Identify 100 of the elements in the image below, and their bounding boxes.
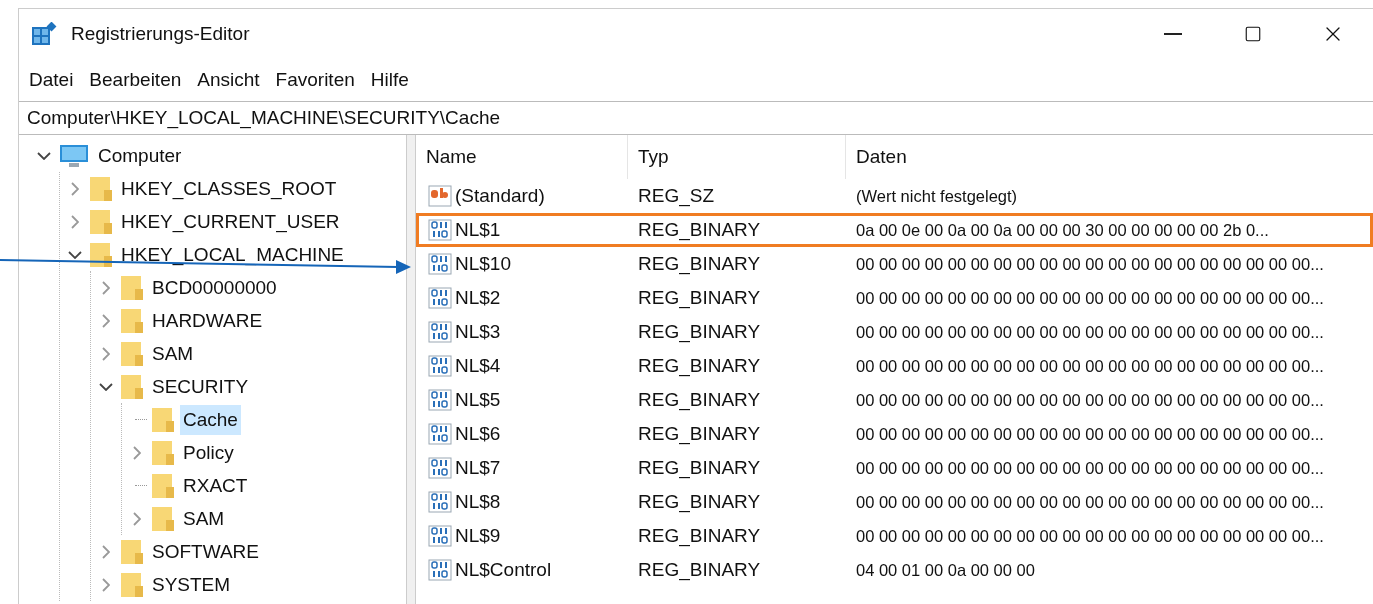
tree-item[interactable]: SAM <box>149 338 197 369</box>
value-name: NL$9 <box>455 523 501 548</box>
tree-item[interactable]: HARDWARE <box>149 305 266 336</box>
registry-value-row[interactable]: NL$4 REG_BINARY 00 00 00 00 00 00 00 00 00 00 00 00 00 00 00 00 00 00 00 00... <box>416 349 1373 383</box>
value-type: REG_BINARY <box>637 251 762 277</box>
value-type: REG_BINARY <box>637 353 762 379</box>
expand-chevron-icon[interactable] <box>102 577 110 592</box>
binary-value-icon <box>428 355 452 377</box>
expand-chevron-icon[interactable] <box>133 511 141 526</box>
column-header[interactable]: Daten <box>846 135 1373 179</box>
collapse-chevron-icon[interactable] <box>37 151 51 160</box>
folder-icon <box>121 373 143 400</box>
folder-icon <box>152 439 174 466</box>
value-data: 04 00 01 00 0a 00 00 00 <box>855 559 1035 581</box>
tree-item[interactable]: BCD00000000 <box>149 272 280 303</box>
tree-item[interactable]: HKEY_LOCAL_MACHINE <box>118 239 347 270</box>
value-name: NL$1 <box>455 217 501 242</box>
registry-value-row[interactable]: NL$10 REG_BINARY 00 00 00 00 00 00 00 00 00 00 00 00 00 00 00 00 00 00 00 00... <box>416 247 1373 281</box>
folder-icon <box>90 175 112 202</box>
value-type: REG_BINARY <box>637 319 762 345</box>
folder-icon <box>121 538 143 565</box>
menu-item[interactable]: Bearbeiten <box>85 65 186 95</box>
menu-item[interactable]: Ansicht <box>193 65 264 95</box>
value-type: REG_BINARY <box>637 489 762 515</box>
expand-chevron-icon[interactable] <box>102 280 110 295</box>
value-data: 0a 00 0e 00 0a 00 0a 00 00 00 30 00 00 00 00 00 2b 0... <box>855 219 1269 241</box>
tree-item[interactable]: HKEY_CLASSES_ROOT <box>118 173 340 204</box>
value-type: REG_BINARY <box>637 387 762 413</box>
column-header[interactable]: Name <box>416 135 628 179</box>
registry-value-row[interactable]: (Standard) REG_SZ (Wert nicht festgelegt) <box>416 179 1373 213</box>
expand-chevron-icon[interactable] <box>133 445 141 460</box>
menu-item[interactable]: Favoriten <box>271 65 359 95</box>
expand-chevron-icon[interactable] <box>102 544 110 559</box>
binary-value-icon <box>428 559 452 581</box>
tree-item[interactable]: RXACT <box>180 470 251 501</box>
folder-icon <box>121 307 143 334</box>
value-data: 00 00 00 00 00 00 00 00 00 00 00 00 00 00 00 00 00 00 00 00... <box>855 423 1324 445</box>
string-value-icon <box>428 185 452 207</box>
value-name: NL$2 <box>455 285 501 310</box>
value-data: (Wert nicht festgelegt) <box>855 185 1018 207</box>
column-header[interactable]: Typ <box>628 135 846 179</box>
registry-value-row[interactable]: NL$9 REG_BINARY 00 00 00 00 00 00 00 00 00 00 00 00 00 00 00 00 00 00 00 00... <box>416 519 1373 553</box>
registry-editor-icon <box>31 22 57 46</box>
value-type: REG_BINARY <box>637 421 762 447</box>
registry-value-row[interactable]: NL$1 REG_BINARY 0a 00 0e 00 0a 00 0a 00 00 00 30 00 00 00 00 00 2b 0... <box>416 213 1373 247</box>
computer-icon <box>59 143 89 168</box>
folder-icon <box>152 472 174 499</box>
value-type: REG_BINARY <box>637 557 762 583</box>
tree-item[interactable]: Computer <box>95 140 185 171</box>
value-type: REG_BINARY <box>637 455 762 481</box>
value-type: REG_SZ <box>637 183 716 209</box>
address-bar[interactable]: Computer\HKEY_LOCAL_MACHINE\SECURITY\Cache <box>19 101 1373 135</box>
binary-value-icon <box>428 287 452 309</box>
binary-value-icon <box>428 321 452 343</box>
value-data: 00 00 00 00 00 00 00 00 00 00 00 00 00 00 00 00 00 00 00 00... <box>855 525 1324 547</box>
value-data: 00 00 00 00 00 00 00 00 00 00 00 00 00 00 00 00 00 00 00 00... <box>855 491 1324 513</box>
tree-item[interactable]: SAM <box>180 503 228 534</box>
registry-value-row[interactable]: NL$7 REG_BINARY 00 00 00 00 00 00 00 00 00 00 00 00 00 00 00 00 00 00 00 00... <box>416 451 1373 485</box>
value-data: 00 00 00 00 00 00 00 00 00 00 00 00 00 00 00 00 00 00 00 00... <box>855 253 1324 275</box>
binary-value-icon <box>428 253 452 275</box>
menu-item[interactable]: Datei <box>25 65 78 95</box>
folder-icon <box>90 208 112 235</box>
registry-value-row[interactable]: NL$5 REG_BINARY 00 00 00 00 00 00 00 00 00 00 00 00 00 00 00 00 00 00 00 00... <box>416 383 1373 417</box>
expand-chevron-icon[interactable] <box>71 181 79 196</box>
expand-chevron-icon[interactable] <box>71 214 79 229</box>
value-name: NL$4 <box>455 353 501 378</box>
tree-item[interactable]: SECURITY <box>149 371 252 402</box>
registry-value-row[interactable]: NL$2 REG_BINARY 00 00 00 00 00 00 00 00 00 00 00 00 00 00 00 00 00 00 00 00... <box>416 281 1373 315</box>
tree-item[interactable]: SOFTWARE <box>149 536 262 567</box>
binary-value-icon <box>428 423 452 445</box>
value-name: NL$5 <box>455 387 501 412</box>
collapse-chevron-icon[interactable] <box>68 250 82 259</box>
expand-chevron-icon[interactable] <box>102 313 110 328</box>
tree-item[interactable]: SYSTEM <box>149 569 234 600</box>
binary-value-icon <box>428 389 452 411</box>
value-type: REG_BINARY <box>637 217 762 243</box>
value-data: 00 00 00 00 00 00 00 00 00 00 00 00 00 00 00 00 00 00 00 00... <box>855 321 1324 343</box>
tree-item[interactable]: Policy <box>180 437 237 468</box>
registry-value-row[interactable]: NL$6 REG_BINARY 00 00 00 00 00 00 00 00 00 00 00 00 00 00 00 00 00 00 00 00... <box>416 417 1373 451</box>
value-data: 00 00 00 00 00 00 00 00 00 00 00 00 00 00 00 00 00 00 00 00... <box>855 457 1324 479</box>
registry-value-row[interactable]: NL$3 REG_BINARY 00 00 00 00 00 00 00 00 00 00 00 00 00 00 00 00 00 00 00 00... <box>416 315 1373 349</box>
menu-item[interactable]: Hilfe <box>366 65 413 95</box>
folder-icon <box>152 406 174 433</box>
folder-icon <box>121 571 143 598</box>
folder-icon <box>152 505 174 532</box>
folder-icon <box>90 241 112 268</box>
value-name: NL$6 <box>455 421 501 446</box>
value-data: 00 00 00 00 00 00 00 00 00 00 00 00 00 00 00 00 00 00 00 00... <box>855 389 1324 411</box>
registry-value-row[interactable]: NL$Control REG_BINARY 04 00 01 00 0a 00 00 00 <box>416 553 1373 587</box>
tree-item[interactable]: HKEY_CURRENT_USER <box>118 206 343 237</box>
registry-value-row[interactable]: NL$8 REG_BINARY 00 00 00 00 00 00 00 00 00 00 00 00 00 00 00 00 00 00 00 00... <box>416 485 1373 519</box>
collapse-chevron-icon[interactable] <box>99 382 113 391</box>
binary-value-icon <box>428 219 452 241</box>
binary-value-icon <box>428 491 452 513</box>
value-data: 00 00 00 00 00 00 00 00 00 00 00 00 00 00 00 00 00 00 00 00... <box>855 355 1324 377</box>
minimize-icon <box>1164 33 1182 35</box>
binary-value-icon <box>428 457 452 479</box>
tree-item[interactable]: Cache <box>180 404 241 435</box>
expand-chevron-icon[interactable] <box>102 346 110 361</box>
value-type: REG_BINARY <box>637 523 762 549</box>
